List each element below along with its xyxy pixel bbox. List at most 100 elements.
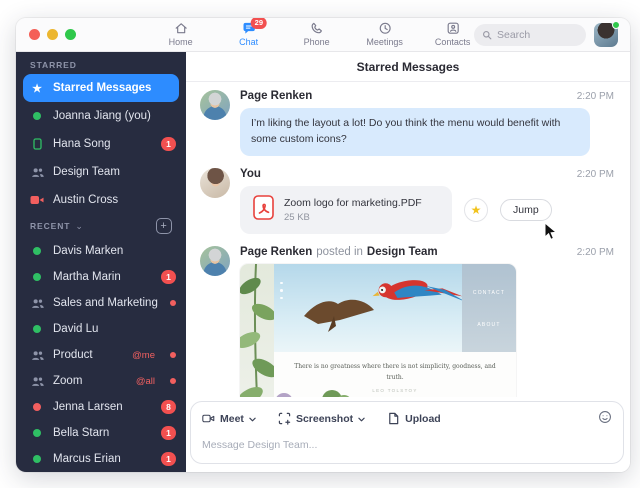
carousel-dots <box>280 282 283 300</box>
message-row: Page Renken 2:20 PM I’m liking the layou… <box>200 90 614 156</box>
sidebar-item-label: Design Team <box>53 166 120 178</box>
starred-section-header: STARRED <box>16 56 186 74</box>
sidebar-item-label: Product <box>53 349 93 361</box>
in-meeting-icon <box>30 195 44 205</box>
shared-image-attachment[interactable]: CONTACT ABOUT There is no greatness wher… <box>240 264 516 398</box>
nav-link: CONTACT <box>473 290 505 296</box>
pdf-file-icon <box>253 195 274 225</box>
home-icon <box>173 21 188 36</box>
tab-phone[interactable]: Phone <box>295 21 339 47</box>
sidebar-item-label: Zoom <box>53 375 82 387</box>
image-sky-photo <box>274 264 462 352</box>
close-window-button[interactable] <box>29 29 40 40</box>
meet-button[interactable]: Meet <box>202 412 256 425</box>
recent-section-header[interactable]: RECENT ⌄ + <box>16 214 186 238</box>
online-status-icon <box>33 455 41 463</box>
search-box[interactable] <box>474 24 586 46</box>
group-icon <box>31 297 44 310</box>
star-icon: ★ <box>471 203 482 217</box>
sidebar-item-design-team[interactable]: Design Team <box>16 158 186 186</box>
screenshot-button[interactable]: Screenshot <box>278 412 365 425</box>
sidebar-item-sales-and-marketing[interactable]: Sales and Marketing <box>16 290 186 316</box>
tab-label: Chat <box>239 37 258 47</box>
sidebar-item-label: Sales and Marketing <box>53 297 158 309</box>
file-name: Zoom logo for marketing.PDF <box>284 197 422 209</box>
sender-name: Page Renken <box>240 246 312 258</box>
search-icon <box>482 30 492 40</box>
image-site-nav: CONTACT ABOUT <box>462 264 516 352</box>
group-icon <box>31 375 44 388</box>
message-timestamp: 2:20 PM <box>577 247 614 258</box>
profile-avatar[interactable] <box>594 23 618 47</box>
main-nav-tabs: Home Chat 29 Phone Meetings <box>159 21 475 47</box>
image-leaves-strip <box>240 264 274 398</box>
upload-button[interactable]: Upload <box>387 412 441 425</box>
unread-badge: 1 <box>161 270 176 284</box>
chat-main-panel: Starred Messages Page Renken 2:20 PM I’m… <box>186 52 630 472</box>
sidebar-item-starred-messages[interactable]: ★ Starred Messages <box>23 74 179 102</box>
file-upload-icon <box>387 412 400 425</box>
jump-button[interactable]: Jump <box>500 199 552 221</box>
nav-link: ABOUT <box>477 322 500 328</box>
online-status-icon <box>33 247 41 255</box>
add-chat-button[interactable]: + <box>156 218 172 234</box>
minimize-window-button[interactable] <box>47 29 58 40</box>
star-icon: ★ <box>30 82 44 95</box>
sidebar-item-product[interactable]: Product @me <box>16 342 186 368</box>
chevron-down-icon[interactable] <box>249 413 256 425</box>
sidebar-item-hana-song[interactable]: Hana Song 1 <box>16 130 186 158</box>
tab-label: Meetings <box>366 37 403 47</box>
mobile-online-icon <box>33 138 42 150</box>
title-bar: Home Chat 29 Phone Meetings <box>16 18 630 52</box>
image-bushes <box>270 384 380 398</box>
sidebar-item-label: David Lu <box>53 323 98 335</box>
sidebar-item-label: Bella Starn <box>53 427 109 439</box>
online-status-dot <box>612 21 620 29</box>
tab-contacts[interactable]: Contacts <box>431 21 475 47</box>
sidebar-item-bella-starn[interactable]: Bella Starn 1 <box>16 420 186 446</box>
message-composer[interactable]: Meet Screenshot Upload <box>190 401 624 464</box>
page-title: Starred Messages <box>357 60 460 74</box>
chevron-down-icon[interactable] <box>358 413 365 425</box>
sidebar-item-jenna-larsen[interactable]: Jenna Larsen 8 <box>16 394 186 420</box>
search-input[interactable] <box>497 29 577 41</box>
mention-badge: @all <box>136 376 155 387</box>
unread-badge: 1 <box>161 137 176 151</box>
avatar <box>200 246 230 276</box>
sender-name: You <box>240 168 261 180</box>
tab-label: Contacts <box>435 37 471 47</box>
message-row: You 2:20 PM Zoom logo for marketing.PDF <box>200 168 614 234</box>
emoji-picker-button[interactable] <box>598 410 612 427</box>
sidebar-item-austin-cross[interactable]: Austin Cross <box>16 186 186 214</box>
unread-badge: 8 <box>161 400 176 414</box>
message-input[interactable] <box>202 439 612 451</box>
file-attachment-card[interactable]: Zoom logo for marketing.PDF 25 KB <box>240 186 452 234</box>
sidebar-item-joanna-jiang[interactable]: Joanna Jiang (you) <box>16 102 186 130</box>
unread-badge: 1 <box>161 452 176 466</box>
sidebar-item-label: Davis Marken <box>53 245 123 257</box>
message-list[interactable]: Page Renken 2:20 PM I’m liking the layou… <box>186 82 630 397</box>
tab-meetings[interactable]: Meetings <box>363 21 407 47</box>
sidebar-item-zoom[interactable]: Zoom @all <box>16 368 186 394</box>
file-size: 25 KB <box>284 212 422 223</box>
sidebar-item-marcus-erian[interactable]: Marcus Erian 1 <box>16 446 186 472</box>
message-timestamp: 2:20 PM <box>577 91 614 102</box>
tab-chat[interactable]: Chat 29 <box>227 21 271 47</box>
sidebar-item-martha-marin[interactable]: Martha Marin 1 <box>16 264 186 290</box>
unread-dot <box>170 378 176 384</box>
online-status-icon <box>33 429 41 437</box>
starred-toggle-button[interactable]: ★ <box>464 198 488 222</box>
zoom-window-button[interactable] <box>65 29 76 40</box>
zoom-app-window: Home Chat 29 Phone Meetings <box>16 18 630 472</box>
tab-label: Home <box>169 37 193 47</box>
sidebar-item-label: Marcus Erian <box>53 453 121 465</box>
sidebar-item-label: Hana Song <box>53 138 111 150</box>
sidebar-item-label: Martha Marin <box>53 271 121 283</box>
sidebar-item-davis-marken[interactable]: Davis Marken <box>16 238 186 264</box>
tab-home[interactable]: Home <box>159 21 203 47</box>
sidebar-item-david-lu[interactable]: David Lu <box>16 316 186 342</box>
video-camera-icon <box>202 412 215 425</box>
sidebar-item-label: Starred Messages <box>53 82 151 94</box>
contacts-icon <box>445 21 460 36</box>
window-controls <box>29 29 76 40</box>
